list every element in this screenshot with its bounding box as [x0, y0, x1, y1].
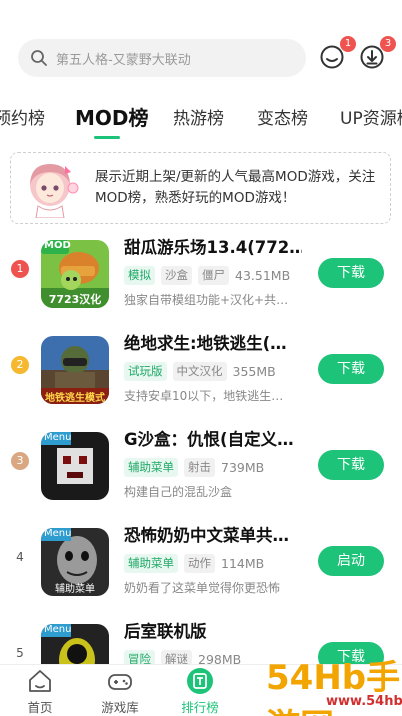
- menu-label: Menu: [44, 624, 72, 635]
- search-placeholder: 第五人格-又蒙野大联动: [56, 52, 191, 68]
- ranking-icon: [187, 668, 213, 694]
- nav-label: 首页: [27, 700, 53, 715]
- game-tag: 模拟: [124, 265, 155, 285]
- game-info: 甜瓜游乐场13.4(772… 模拟 沙盒 僵尸 43.51MB 独家自带模组功能…: [124, 236, 302, 308]
- notice-text: 展示近期上架/更新的人气最高MOD游戏，关注MOD榜，熟悉好玩的MOD游戏！: [95, 169, 376, 206]
- nav-label: 排行榜: [181, 700, 219, 715]
- game-icon: Menu: [41, 624, 109, 664]
- game-size: 298MB: [198, 651, 242, 665]
- game-icon: Menu 辅助菜单: [41, 528, 109, 596]
- watermark-url: www.54hb.cn: [326, 694, 402, 709]
- game-info: 绝地求生:地铁逃生(… 试玩版 中文汉化 355MB 支持安卓10以下，地铁逃生…: [124, 332, 302, 404]
- tab-hot[interactable]: 热游榜: [173, 104, 224, 129]
- game-description: 构建自己的混乱沙盒: [124, 485, 233, 499]
- message-badge: 1: [340, 36, 356, 52]
- game-size: 43.51MB: [235, 267, 291, 283]
- game-tag: 试玩版: [124, 361, 167, 381]
- rank-badge: 3: [11, 452, 29, 470]
- nav-label: 游戏库: [101, 700, 139, 715]
- tab-modified[interactable]: 变态榜: [257, 104, 308, 129]
- rank-number: 5: [16, 646, 24, 660]
- nav-ranking[interactable]: 排行榜: [160, 667, 240, 716]
- mascot-avatar: [30, 164, 79, 218]
- game-title: 后室联机版: [124, 622, 207, 641]
- game-tag: 中文汉化: [172, 361, 227, 381]
- game-description: 奶奶看了这菜单觉得你更恐怖: [124, 581, 281, 595]
- download-badge: 3: [380, 36, 396, 52]
- game-tag: 僵尸: [198, 265, 229, 285]
- game-tag: 冒险: [124, 649, 155, 664]
- tab-active-indicator: [94, 136, 120, 139]
- game-size: 355MB: [232, 363, 276, 379]
- app-screen: 第五人格-又蒙野大联动 1 3 预约榜 MOD榜 热游榜 变态榜 UP资源榜: [0, 0, 402, 716]
- game-tag: 解谜: [161, 649, 192, 664]
- list-item[interactable]: 2 地铁逃生模式 绝地求生:地铁逃生(… 试玩版 中文汉化 355MB 支持安卓…: [0, 324, 402, 420]
- home-icon: [29, 670, 51, 692]
- game-tag: 沙盒: [161, 265, 192, 285]
- download-manager-button[interactable]: 3: [358, 36, 396, 72]
- game-icon: Menu: [41, 432, 109, 500]
- game-tag: 动作: [184, 553, 215, 573]
- game-size: 114MB: [221, 555, 265, 571]
- menu-label: Menu: [44, 528, 72, 539]
- game-icon: MOD 7723汉化: [41, 240, 109, 308]
- message-button[interactable]: 1: [318, 36, 356, 72]
- list-item[interactable]: 3 Menu G沙盒：仇恨(自定义… 辅助菜单 射击 739MB 构建自己的混乱…: [0, 420, 402, 516]
- game-tag: 射击: [184, 457, 215, 477]
- download-button[interactable]: 下载: [318, 450, 384, 480]
- game-title: 绝地求生:地铁逃生(…: [124, 334, 287, 353]
- game-title: 恐怖奶奶中文菜单共…: [124, 526, 289, 545]
- search-icon: [31, 50, 47, 66]
- download-button[interactable]: 下载: [318, 258, 384, 288]
- rank-badge: 2: [11, 356, 29, 374]
- menu-label: Menu: [44, 432, 72, 443]
- game-tag: 辅助菜单: [124, 553, 178, 573]
- icon-caption: 地铁逃生模式: [45, 393, 105, 404]
- game-info: G沙盒：仇恨(自定义… 辅助菜单 射击 739MB 构建自己的混乱沙盒: [124, 428, 302, 500]
- tab-mod[interactable]: MOD榜: [75, 102, 149, 131]
- list-item[interactable]: 1 MOD 7723汉化 甜瓜游乐场13.4(772… 模拟 沙盒 僵尸 43.…: [0, 228, 402, 324]
- game-size: 739MB: [221, 459, 265, 475]
- icon-caption: 7723汉化: [48, 293, 102, 306]
- game-tag: 辅助菜单: [124, 457, 178, 477]
- notice-banner: 展示近期上架/更新的人气最高MOD游戏，关注MOD榜，熟悉好玩的MOD游戏！: [10, 152, 391, 224]
- game-title: G沙盒：仇恨(自定义…: [124, 430, 294, 449]
- tab-up-resources[interactable]: UP资源榜: [340, 104, 402, 129]
- tab-reservation[interactable]: 预约榜: [0, 104, 45, 129]
- search-bar[interactable]: 第五人格-又蒙野大联动: [18, 39, 306, 77]
- rank-number: 4: [16, 550, 24, 564]
- gamepad-icon: [108, 674, 132, 690]
- game-info: 恐怖奶奶中文菜单共… 辅助菜单 动作 114MB 奶奶看了这菜单觉得你更恐怖: [124, 524, 302, 596]
- site-watermark: 54Hb手游网 www.54hb.cn: [262, 644, 402, 716]
- game-title: 甜瓜游乐场13.4(772…: [124, 238, 302, 257]
- icon-caption: 辅助菜单: [55, 584, 95, 595]
- list-item[interactable]: 4 Menu 辅助菜单 恐怖奶奶中文菜单共… 辅助菜单 动作 114MB 奶奶看…: [0, 516, 402, 612]
- game-description: 独家自带模组功能+汉化+共…: [124, 293, 289, 307]
- game-ranking-list: 1 MOD 7723汉化 甜瓜游乐场13.4(772… 模拟 沙盒 僵尸 43.…: [0, 228, 402, 664]
- game-icon: 地铁逃生模式: [41, 336, 109, 404]
- download-button[interactable]: 下载: [318, 354, 384, 384]
- game-description: 支持安卓10以下，地铁逃生…: [124, 389, 284, 403]
- launch-button[interactable]: 启动: [318, 546, 384, 576]
- nav-home[interactable]: 首页: [0, 667, 80, 716]
- top-bar: 第五人格-又蒙野大联动 1 3: [0, 36, 402, 80]
- mod-label: MOD: [44, 240, 71, 251]
- nav-game-library[interactable]: 游戏库: [80, 667, 160, 716]
- ranking-tabs: 预约榜 MOD榜 热游榜 变态榜 UP资源榜: [0, 96, 402, 144]
- rank-badge: 1: [11, 260, 29, 278]
